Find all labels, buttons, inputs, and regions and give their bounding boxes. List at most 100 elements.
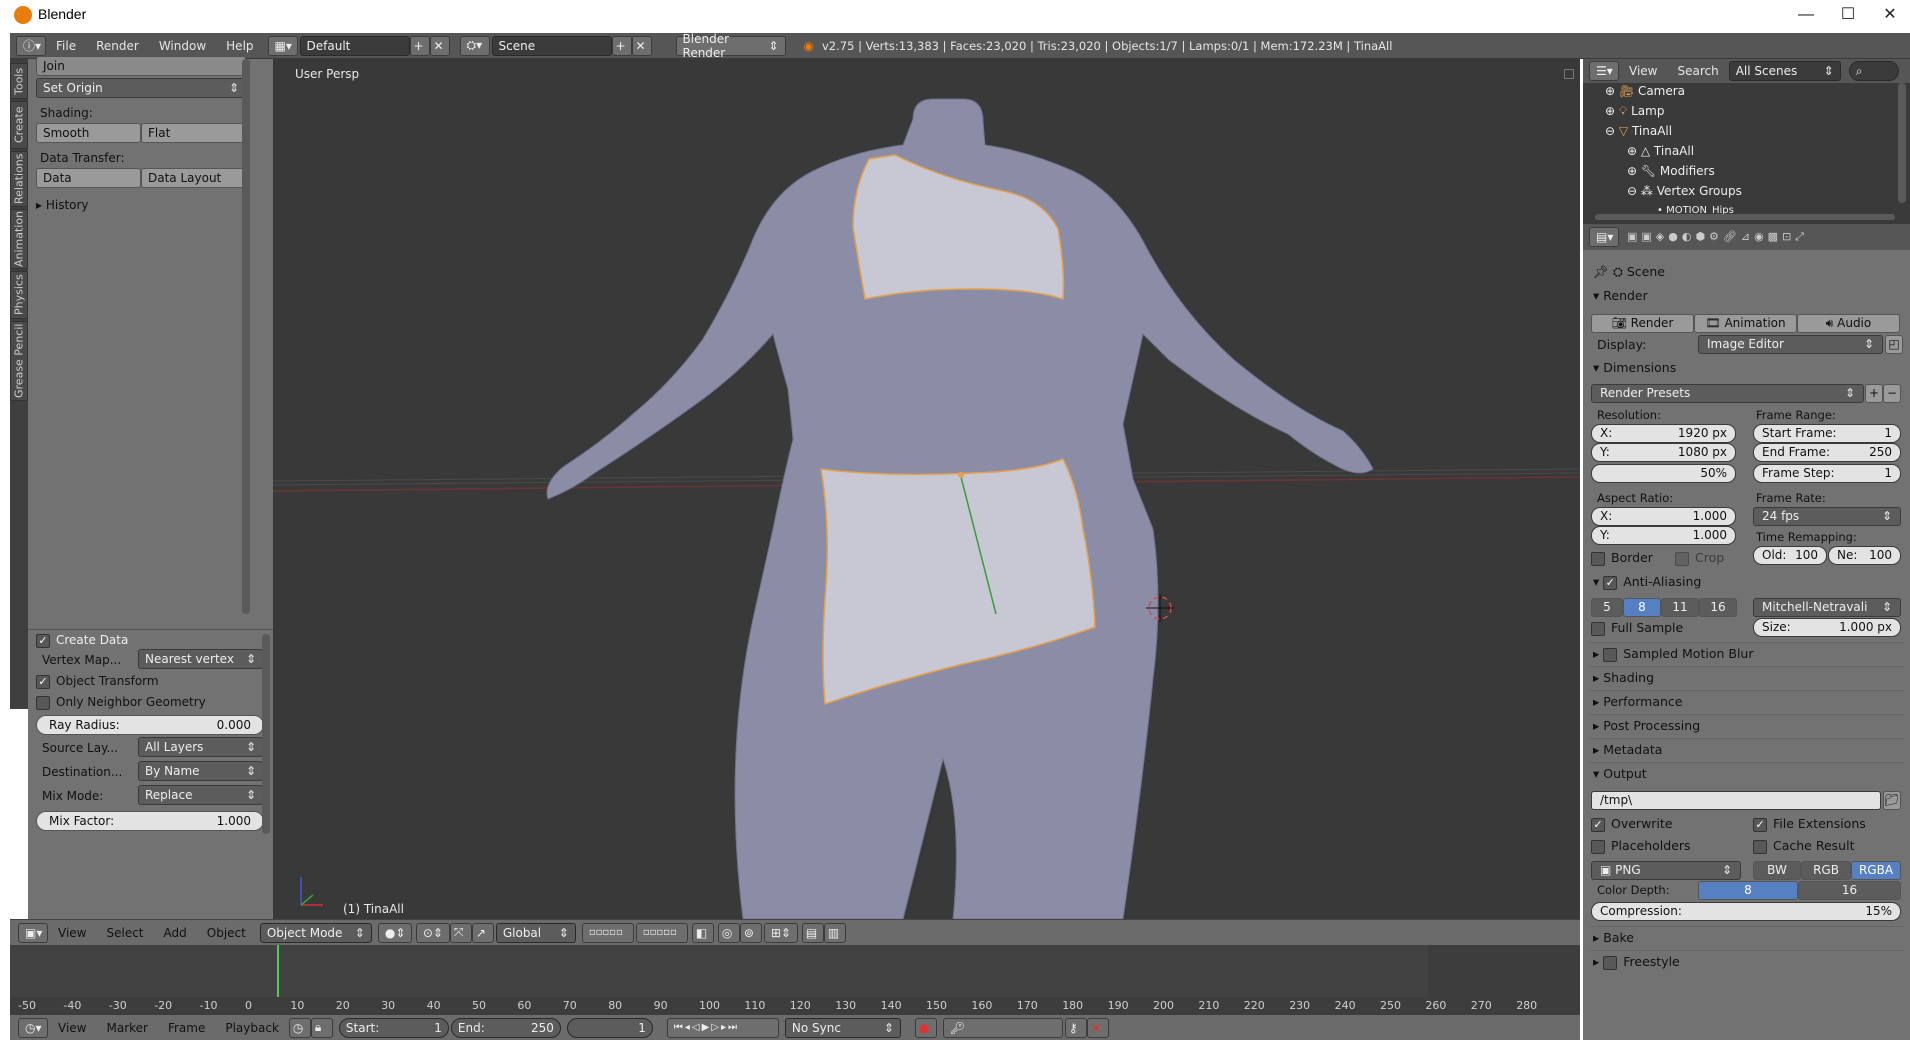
shading-panel-header[interactable]: ▸ Shading — [1593, 670, 1654, 685]
scene-name-field[interactable]: Scene — [491, 35, 612, 56]
timeline-editor[interactable]: -50 -40 -30 -20 -10 0 10 20 30 40 50 60 70 80 90 100 110… — [10, 945, 1580, 1015]
tab-create[interactable]: Create — [10, 101, 28, 149]
render-presets-select[interactable]: Render Presets ⇕ — [1591, 384, 1864, 403]
minimize-button[interactable]: — — [1786, 2, 1826, 28]
start-frame-field[interactable]: Start: 1 — [338, 1017, 449, 1038]
vp-menu-select[interactable]: Select — [96, 926, 153, 940]
outliner-item-lamp[interactable]: ⊕ 💡︎ Lamp — [1583, 101, 1898, 121]
aa-filter-select[interactable]: Mitchell-Netravali ⇕ — [1753, 598, 1901, 617]
maximize-button[interactable]: ☐ — [1828, 2, 1868, 28]
anti-aliasing-panel-header[interactable]: ▾ ✓ Anti-Aliasing — [1593, 574, 1701, 590]
create-data-checkbox[interactable]: ✓ — [36, 633, 50, 648]
outliner-item-camera[interactable]: ⊕ 🎥︎ Camera — [1583, 81, 1898, 101]
metadata-panel-header[interactable]: ▸ Metadata — [1593, 742, 1662, 757]
object-mode-select[interactable]: Object Mode ⇕ — [259, 922, 372, 943]
outliner-search-menu[interactable]: Search — [1667, 64, 1728, 78]
freestyle-panel-header[interactable]: ▸ Freestyle — [1593, 954, 1680, 970]
file-format-select[interactable]: ▣ PNG ⇕ — [1591, 861, 1741, 880]
render-panel-header[interactable]: ▾ Render — [1593, 288, 1648, 303]
timeline-editor-icon[interactable]: ◷▾ — [18, 1017, 48, 1038]
layers-grid-left-icon[interactable]: ▫▫▫▫▫ — [581, 922, 634, 943]
current-frame-field[interactable]: 1 — [566, 1017, 653, 1038]
timeline-ruler[interactable]: -50 -40 -30 -20 -10 0 10 20 30 40 50 60 70 80 90 100 110… — [10, 997, 1580, 1015]
outliner-search-field[interactable]: ⌕ — [1848, 61, 1899, 81]
end-frame-field[interactable]: End: 250 — [450, 1017, 561, 1038]
color-depth-16[interactable]: 16 — [1798, 881, 1901, 900]
outliner-vscrollbar[interactable] — [1898, 83, 1906, 203]
frame-rate-select[interactable]: 24 fps ⇕ — [1753, 507, 1901, 526]
full-sample-option[interactable]: Full Sample — [1591, 620, 1683, 636]
cache-result-checkbox[interactable] — [1753, 839, 1767, 854]
tab-physics[interactable]: Physics — [10, 271, 28, 319]
crop-option[interactable]: Crop — [1675, 550, 1724, 566]
lock-layers-icon[interactable]: ◧ — [691, 922, 714, 943]
file-extensions-option[interactable]: ✓ File Extensions — [1753, 816, 1866, 832]
tab-tools[interactable]: Tools — [10, 63, 28, 99]
menu-window[interactable]: Window — [149, 39, 216, 53]
mix-mode-select[interactable]: Replace ⇕ — [138, 785, 263, 805]
border-checkbox[interactable] — [1591, 551, 1605, 566]
shading-mode-icon[interactable]: ●⇕ — [377, 922, 412, 943]
aa-samples-8[interactable]: 8 — [1623, 598, 1661, 617]
menu-render[interactable]: Render — [86, 39, 149, 53]
source-layers-select[interactable]: All Layers ⇕ — [138, 737, 263, 757]
panel-toggle-icon[interactable] — [1564, 69, 1574, 79]
keying-set-icon[interactable]: 🔑︎ — [942, 1017, 1063, 1038]
border-option[interactable]: Border — [1591, 550, 1653, 566]
transform-orientation-select[interactable]: Global ⇕ — [495, 922, 576, 943]
color-rgb-button[interactable]: RGB — [1801, 861, 1851, 880]
only-neighbor-option[interactable]: Only Neighbor Geometry — [36, 695, 206, 710]
aspect-x-field[interactable]: X: 1.000 — [1591, 507, 1736, 526]
file-browse-icon[interactable]: 📁︎ — [1883, 791, 1901, 810]
add-layout-icon[interactable]: + — [409, 35, 430, 56]
crop-checkbox[interactable] — [1675, 551, 1689, 566]
redo-panel-scrollbar[interactable] — [262, 634, 270, 834]
tool-shelf-scrollbar[interactable] — [242, 59, 250, 614]
freestyle-checkbox[interactable] — [1603, 955, 1618, 970]
outliner-item-vertex-group[interactable]: • MOTION_Hips — [1583, 201, 1898, 215]
destination-select[interactable]: By Name ⇕ — [138, 761, 263, 781]
motion-blur-checkbox[interactable] — [1603, 647, 1618, 662]
add-preset-icon[interactable]: + — [1865, 384, 1883, 403]
create-data-option[interactable]: ✓ Create Data — [36, 633, 128, 648]
set-origin-button[interactable]: Set Origin ⇕ — [36, 78, 246, 98]
scene-icon[interactable]: ⛭▾ — [459, 35, 490, 56]
layers-grid-right-icon[interactable]: ▫▫▫▫▫ — [635, 922, 688, 943]
bake-panel-header[interactable]: ▸ Bake — [1593, 930, 1634, 945]
cache-result-option[interactable]: Cache Result — [1753, 838, 1854, 854]
post-processing-panel-header[interactable]: ▸ Post Processing — [1593, 718, 1700, 733]
3d-viewport[interactable]: User Persp (1) TinaAll — [273, 59, 1580, 919]
sync-mode-select[interactable]: No Sync ⇕ — [784, 1017, 901, 1038]
menu-file[interactable]: File — [46, 39, 86, 53]
remap-new-field[interactable]: Ne: 100 — [1828, 546, 1901, 565]
remap-old-field[interactable]: Old: 100 — [1753, 546, 1827, 565]
frame-step-field[interactable]: Frame Step: 1 — [1753, 464, 1901, 483]
object-origin-icon[interactable] — [958, 472, 964, 478]
preview-range-icon[interactable]: ◷ — [288, 1017, 311, 1038]
vertex-map-select[interactable]: Nearest vertex ⇕ — [138, 649, 263, 669]
color-depth-8[interactable]: 8 — [1698, 881, 1798, 900]
color-bw-button[interactable]: BW — [1753, 861, 1801, 880]
overwrite-option[interactable]: ✓ Overwrite — [1591, 816, 1673, 832]
pivot-point-icon[interactable]: ⊙⇕ — [415, 922, 450, 943]
render-button[interactable]: 📷︎ Render — [1591, 314, 1694, 333]
dimensions-panel-header[interactable]: ▾ Dimensions — [1593, 360, 1676, 375]
placeholders-option[interactable]: Placeholders — [1591, 838, 1691, 854]
manipulator-icon[interactable]: ⤧ — [449, 922, 472, 943]
render-preview-icon[interactable]: ▤ — [801, 922, 824, 943]
tl-menu-view[interactable]: View — [48, 1021, 96, 1035]
tl-menu-marker[interactable]: Marker — [96, 1021, 157, 1035]
anti-aliasing-checkbox[interactable]: ✓ — [1603, 575, 1618, 590]
vp-menu-add[interactable]: Add — [154, 926, 197, 940]
scene-render[interactable] — [273, 59, 1580, 919]
object-transform-checkbox[interactable]: ✓ — [36, 674, 50, 689]
history-panel-header[interactable]: ▸ History — [36, 195, 251, 215]
delete-keyframe-icon[interactable]: ✕ — [1086, 1017, 1109, 1038]
menu-help[interactable]: Help — [216, 39, 263, 53]
vp-menu-object[interactable]: Object — [197, 926, 256, 940]
outliner-item-modifiers[interactable]: ⊕ 🔧︎ Modifiers — [1583, 161, 1898, 181]
transform-icon[interactable]: ↗ — [471, 922, 494, 943]
only-neighbor-checkbox[interactable] — [36, 695, 50, 710]
outliner-item-mesh[interactable]: ⊕ △ TinaAll — [1583, 141, 1898, 161]
data-button[interactable]: Data — [36, 168, 141, 188]
